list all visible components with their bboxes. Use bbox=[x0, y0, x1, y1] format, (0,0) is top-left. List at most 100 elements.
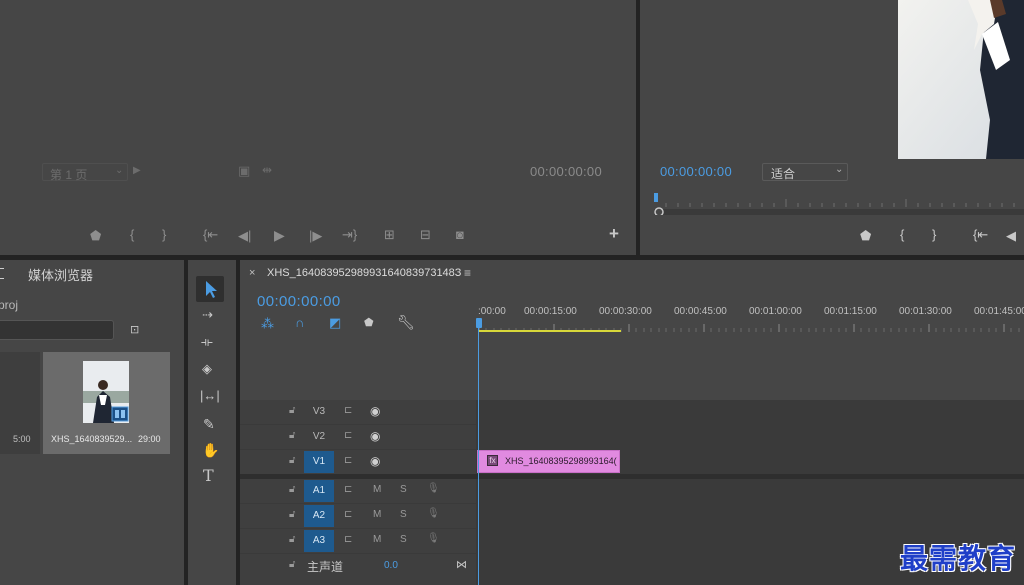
microphone-icon[interactable]: 🎙︎ bbox=[427, 508, 440, 519]
media-item[interactable]: 5:00 bbox=[0, 352, 40, 454]
solo-button[interactable]: S bbox=[400, 484, 407, 495]
tools-panel: ⇢ ⟛ ◈ |↔| ✎ ✋ T bbox=[188, 260, 236, 585]
add-marker-icon[interactable]: ⬟ bbox=[860, 229, 871, 243]
lock-icon[interactable]: 🔓︎ bbox=[289, 405, 295, 416]
camera-icon[interactable]: ◙ bbox=[456, 228, 464, 242]
media-item-name: XHS_1640839529... bbox=[51, 434, 133, 444]
ruler-label: 00:00:45:00 bbox=[674, 306, 727, 317]
sync-lock-icon[interactable]: ⊏ bbox=[344, 405, 352, 416]
sequence-tab[interactable]: XHS_16408395298993164083973148З bbox=[267, 267, 461, 279]
mark-out-icon[interactable]: } bbox=[162, 228, 166, 242]
hand-icon[interactable]: ✋ bbox=[202, 443, 219, 457]
fit-select-label: 适合 bbox=[771, 167, 796, 181]
settings-square-icon[interactable]: ▣ bbox=[238, 163, 250, 179]
overwrite-icon[interactable]: ⊟ bbox=[420, 228, 431, 242]
add-marker-icon[interactable]: ⬟ bbox=[364, 316, 374, 330]
track-a1: 🔓︎ A1 ⊏ M S 🎙︎ bbox=[240, 479, 1024, 503]
media-item-duration: 29:00 bbox=[138, 434, 161, 444]
project-panel: 媒体浏览器 proj ⊡ 5:00 XHS_1640839529... 29:0… bbox=[0, 260, 184, 585]
clip-fx-icon: fx bbox=[487, 455, 498, 466]
go-to-in-icon[interactable]: {⇤ bbox=[203, 228, 218, 242]
eye-icon[interactable]: ◉ bbox=[370, 454, 380, 468]
lock-icon[interactable]: 🔓︎ bbox=[289, 455, 295, 466]
ruler-label: 00:01:45:00 bbox=[974, 306, 1024, 317]
step-back-icon[interactable]: ◀ bbox=[1006, 229, 1016, 243]
lock-icon[interactable]: 🔓︎ bbox=[289, 430, 295, 441]
track-label-v3[interactable]: V3 bbox=[304, 401, 334, 423]
wrench-icon[interactable]: 🔧︎ bbox=[397, 315, 415, 329]
play-arrow-small-icon[interactable]: ▶ bbox=[133, 165, 141, 176]
slip-icon[interactable]: |↔| bbox=[200, 389, 220, 403]
panel-menu-icon[interactable] bbox=[0, 268, 4, 279]
sync-lock-icon[interactable]: ⊏ bbox=[344, 484, 352, 495]
mute-button[interactable]: M bbox=[373, 509, 381, 520]
lock-icon[interactable]: 🔓︎ bbox=[289, 534, 295, 545]
media-thumbnail bbox=[83, 361, 129, 423]
mark-in-icon[interactable]: { bbox=[900, 228, 904, 242]
page-select-dropdown[interactable]: 第 1 页 ⌄ bbox=[42, 163, 128, 182]
lock-icon[interactable]: 🔓︎ bbox=[289, 484, 295, 495]
video-clip[interactable]: fx XHS_16408395298993164( bbox=[477, 450, 620, 473]
razor-icon[interactable]: ◈ bbox=[202, 362, 212, 376]
sync-lock-icon[interactable]: ⊏ bbox=[344, 509, 352, 520]
go-to-out-icon[interactable]: ⇥} bbox=[342, 228, 357, 242]
lock-icon[interactable]: 🔓︎ bbox=[289, 559, 295, 570]
go-to-end-icon[interactable]: ⋈ bbox=[456, 558, 467, 571]
selection-tool[interactable] bbox=[196, 276, 224, 302]
source-monitor-panel: 第 1 页 ⌄ ▶ ▣ ⇹ 00:00:00:00 ⬟ { } {⇤ ◀| ▶ … bbox=[0, 0, 636, 255]
track-v1: 🔓︎ V1 ⊏ ◉ bbox=[240, 450, 1024, 474]
mute-button[interactable]: M bbox=[373, 534, 381, 545]
mark-out-icon[interactable]: } bbox=[932, 228, 936, 242]
chevron-down-icon: ⌄ bbox=[835, 164, 844, 175]
fit-select-dropdown[interactable]: 适合 ⌄ bbox=[762, 163, 848, 181]
step-forward-icon[interactable]: |▶ bbox=[309, 229, 322, 243]
media-item-duration: 5:00 bbox=[13, 434, 31, 444]
timeline-timecode[interactable]: 00:00:00:00 bbox=[257, 293, 341, 310]
microphone-icon[interactable]: 🎙︎ bbox=[427, 533, 440, 544]
tab-menu-icon[interactable]: ≡ bbox=[464, 266, 471, 280]
track-select-icon[interactable]: ⇢ bbox=[202, 308, 213, 322]
search-input[interactable] bbox=[0, 320, 114, 340]
track-label-a2[interactable]: A2 bbox=[304, 505, 334, 527]
track-label-a3[interactable]: A3 bbox=[304, 530, 334, 552]
microphone-icon[interactable]: 🎙︎ bbox=[427, 483, 440, 494]
ripple-edit-icon[interactable]: ⟛ bbox=[201, 335, 213, 349]
add-marker-icon[interactable]: ⬟ bbox=[90, 229, 101, 243]
sync-lock-icon[interactable]: ⊏ bbox=[344, 534, 352, 545]
pen-icon[interactable]: ✎ bbox=[203, 417, 215, 431]
track-label-v1[interactable]: V1 bbox=[304, 451, 334, 473]
tab-media-browser[interactable]: 媒体浏览器 bbox=[28, 265, 93, 284]
track-label-a1[interactable]: A1 bbox=[304, 480, 334, 502]
source-timecode[interactable]: 00:00:00:00 bbox=[530, 164, 602, 179]
search-bin-icon[interactable]: ⊡ bbox=[130, 323, 139, 337]
lock-icon[interactable]: 🔓︎ bbox=[289, 509, 295, 520]
eye-icon[interactable]: ◉ bbox=[370, 429, 380, 443]
mark-in-icon[interactable]: { bbox=[130, 228, 134, 242]
step-back-icon[interactable]: ◀| bbox=[238, 229, 251, 243]
nest-insert-icon[interactable]: ⁂ bbox=[261, 316, 274, 332]
type-icon[interactable]: T bbox=[203, 468, 214, 484]
close-tab-icon[interactable]: × bbox=[249, 267, 255, 279]
sync-lock-icon[interactable]: ⊏ bbox=[344, 430, 352, 441]
program-timecode[interactable]: 00:00:00:00 bbox=[660, 164, 732, 179]
sync-lock-icon[interactable]: ⊏ bbox=[344, 455, 352, 466]
mute-button[interactable]: M bbox=[373, 484, 381, 495]
track-label-v2[interactable]: V2 bbox=[304, 426, 334, 448]
page-select-label: 第 1 页 bbox=[50, 168, 88, 182]
play-icon[interactable]: ▶ bbox=[274, 228, 285, 242]
export-frame-arrows-icon[interactable]: ⇹ bbox=[262, 163, 272, 177]
solo-button[interactable]: S bbox=[400, 534, 407, 545]
go-to-in-icon[interactable]: {⇤ bbox=[973, 228, 988, 242]
program-monitor-panel: 00:00:00:00 适合 ⌄ ⬟ { } {⇤ ◀ bbox=[640, 0, 1024, 255]
linked-selection-icon[interactable]: ◩ bbox=[329, 315, 341, 331]
master-volume-value[interactable]: 0.0 bbox=[384, 560, 398, 571]
snap-magnet-icon[interactable]: ∩ bbox=[295, 315, 304, 330]
playhead-handle[interactable] bbox=[476, 318, 482, 328]
media-item-selected[interactable]: XHS_1640839529... 29:00 bbox=[43, 352, 170, 454]
insert-icon[interactable]: ⊞ bbox=[384, 228, 395, 242]
eye-icon[interactable]: ◉ bbox=[370, 404, 380, 418]
program-scrubber[interactable] bbox=[654, 193, 1024, 215]
add-button-icon[interactable]: + bbox=[609, 225, 619, 242]
solo-button[interactable]: S bbox=[400, 509, 407, 520]
ruler-ticks bbox=[478, 324, 1020, 332]
